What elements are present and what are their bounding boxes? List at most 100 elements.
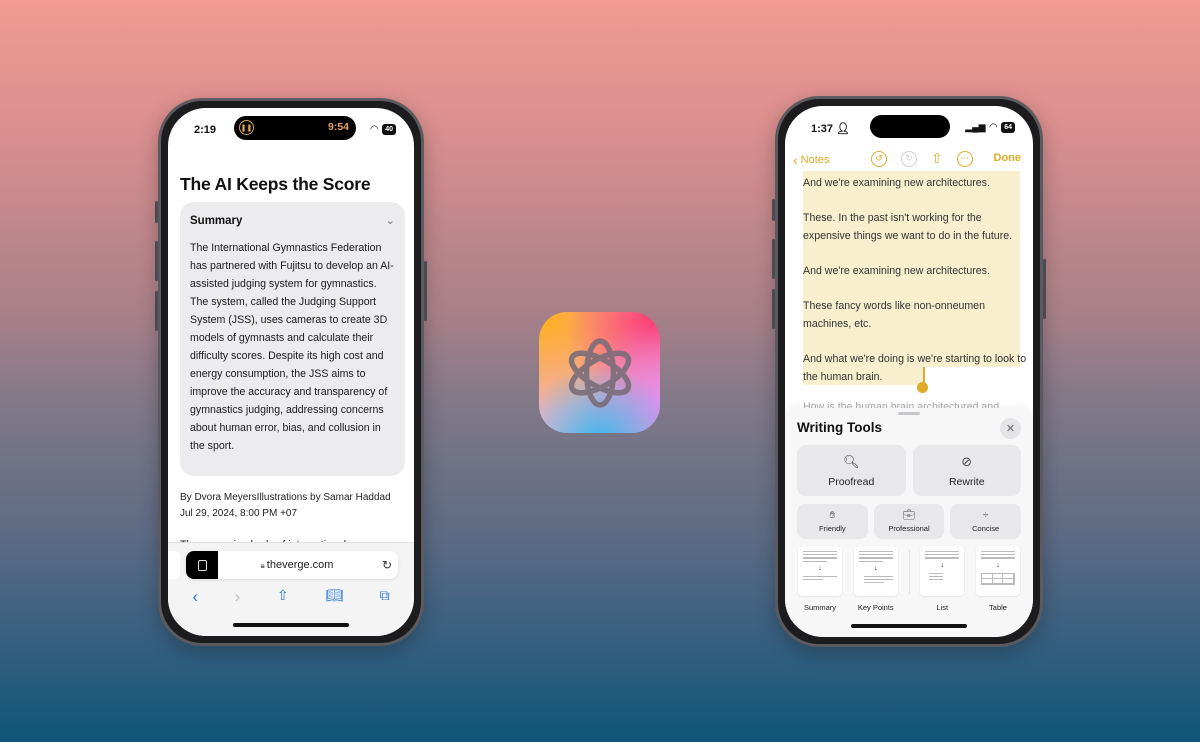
proofread-label: Proofread xyxy=(828,475,875,488)
reload-icon[interactable]: ↻ xyxy=(376,558,398,572)
rewrite-icon: ⊘ xyxy=(961,453,973,469)
status-bar: 1:37 👤︎ ▂▄▆ ◠ 64 xyxy=(785,115,1033,138)
tabs-icon[interactable]: ⧉ xyxy=(380,587,390,607)
professional-button[interactable]: 💼︎ Professional xyxy=(873,504,945,539)
done-button[interactable]: Done xyxy=(994,152,1022,164)
concise-label: Concise xyxy=(972,524,1000,533)
home-indicator[interactable] xyxy=(851,624,967,628)
chevron-left-icon: ‹ xyxy=(793,152,798,168)
notes-screen: 1:37 👤︎ ▂▄▆ ◠ 64 ‹ Notes ↺ ↻ ⇧ ⋯ Done An… xyxy=(785,106,1033,637)
more-icon[interactable]: ⋯ xyxy=(956,150,973,167)
format-divider xyxy=(908,550,910,594)
redo-icon[interactable]: ↻ xyxy=(901,150,917,167)
divide-icon: ÷ xyxy=(982,510,989,521)
volume-up-button xyxy=(155,241,158,281)
list-format-button[interactable]: ↓ List xyxy=(919,546,965,612)
rewrite-button[interactable]: ⊘ Rewrite xyxy=(912,445,1021,496)
action-button xyxy=(155,201,158,223)
side-button xyxy=(424,261,427,321)
apple-intelligence-app-icon xyxy=(539,312,660,433)
summary-label: Summary xyxy=(190,214,243,227)
note-body[interactable]: And we're examining new architectures. T… xyxy=(803,175,1028,404)
home-indicator[interactable] xyxy=(233,623,349,627)
share-icon[interactable]: ⇧ xyxy=(931,150,943,167)
address-bar[interactable]: 🔒︎ theverge.com ↻ xyxy=(186,551,398,579)
writing-tools-title: Writing Tools xyxy=(797,420,882,435)
back-to-notes-button[interactable]: ‹ Notes xyxy=(793,152,829,168)
key-points-format-button[interactable]: ↓ Key Points xyxy=(853,546,899,612)
right-phone: 1:37 👤︎ ▂▄▆ ◠ 64 ‹ Notes ↺ ↻ ⇧ ⋯ Done An… xyxy=(772,96,1046,647)
summary-thumbnail: ↓ xyxy=(798,546,842,596)
note-paragraph: And what we're doing is we're starting t… xyxy=(803,352,1027,383)
previous-tab-edge[interactable] xyxy=(168,551,180,579)
notes-nav-bar: ‹ Notes ↺ ↻ ⇧ ⋯ Done xyxy=(785,148,1033,172)
reader-icon xyxy=(197,559,207,571)
dynamic-island xyxy=(870,115,950,138)
sheet-grabber[interactable] xyxy=(898,412,920,415)
volume-down-button xyxy=(155,291,158,331)
byline-block: By Dvora MeyersIllustrations by Samar Ha… xyxy=(180,490,391,522)
professional-label: Professional xyxy=(888,524,930,533)
concise-button[interactable]: ÷ Concise xyxy=(950,504,1022,539)
status-time: 2:19 xyxy=(194,124,217,136)
reader-mode-button[interactable] xyxy=(186,551,218,579)
wifi-icon: ◠ xyxy=(370,124,379,135)
selection-handle[interactable] xyxy=(917,382,928,393)
writing-tools-panel: Writing Tools ✕ 🔍︎ Proofread ⊘ Rewrite ✋… xyxy=(785,408,1033,637)
arrow-down-icon: ↓ xyxy=(940,561,945,569)
summary-label: Summary xyxy=(803,603,837,612)
wave-hand-icon: ✋︎ xyxy=(829,510,836,521)
friendly-label: Friendly xyxy=(818,524,846,533)
battery-icon: 64 xyxy=(1001,122,1015,133)
byline: By Dvora MeyersIllustrations by Samar Ha… xyxy=(180,492,391,503)
key-points-thumbnail: ↓ xyxy=(853,546,898,596)
close-button[interactable]: ✕ xyxy=(1000,418,1021,439)
briefcase-icon: 💼︎ xyxy=(902,510,916,521)
summary-card[interactable]: Summary ⌄ The International Gymnastics F… xyxy=(180,202,405,476)
timer-readout: 9:54 xyxy=(327,121,349,133)
chevron-down-icon[interactable]: ⌄ xyxy=(386,214,395,227)
bookmarks-icon[interactable]: 📖︎ xyxy=(325,587,343,607)
side-button xyxy=(1043,259,1046,319)
cellular-icon: ▂▄▆ xyxy=(965,122,986,132)
publish-date: Jul 29, 2024, 8:00 PM +07 xyxy=(180,508,298,519)
pause-icon: ❚❚ xyxy=(239,120,254,135)
table-thumbnail: ↓ xyxy=(976,546,1020,596)
note-paragraph: And we're examining new architectures. xyxy=(803,177,990,189)
arrow-down-icon: ↓ xyxy=(996,561,1000,569)
status-time-text: 1:37 xyxy=(811,123,834,135)
table-format-button[interactable]: ↓ Table xyxy=(975,546,1021,612)
summary-format-button[interactable]: ↓ Summary xyxy=(797,546,843,612)
list-thumbnail: ↓ xyxy=(920,546,965,596)
volume-up-button xyxy=(772,239,775,279)
action-button xyxy=(772,199,775,221)
close-icon: ✕ xyxy=(1005,423,1016,435)
key-points-label: Key Points xyxy=(857,603,894,612)
left-phone: 2:19 ❚❚ 9:54 ◠ 40 The AI Keeps the Score… xyxy=(155,98,427,646)
safari-screen: 2:19 ❚❚ 9:54 ◠ 40 The AI Keeps the Score… xyxy=(168,108,414,636)
note-paragraph: These. In the past isn't working for the… xyxy=(803,212,1013,242)
dynamic-island[interactable]: ❚❚ 9:54 xyxy=(234,116,356,140)
list-label: List xyxy=(936,603,949,612)
apple-intelligence-icon xyxy=(568,337,631,408)
person-icon: 👤︎ xyxy=(836,123,851,135)
back-icon[interactable]: ‹ xyxy=(192,587,198,607)
status-time: 1:37 👤︎ xyxy=(811,122,850,135)
rewrite-label: Rewrite xyxy=(948,475,985,488)
note-paragraph: These fancy words like non-onneumen mach… xyxy=(803,300,985,330)
safari-nav-bar: ‹ › ⇧ 📖︎ ⧉ xyxy=(168,587,414,607)
share-icon[interactable]: ⇧ xyxy=(277,587,289,607)
forward-icon[interactable]: › xyxy=(235,587,241,607)
summary-text: The International Gymnastics Federation … xyxy=(190,242,394,452)
magnifier-icon: 🔍︎ xyxy=(842,453,860,469)
undo-icon[interactable]: ↺ xyxy=(871,150,887,167)
battery-icon: 40 xyxy=(382,124,396,135)
back-label: Notes xyxy=(800,154,830,166)
wifi-icon: ◠ xyxy=(989,122,998,133)
proofread-button[interactable]: 🔍︎ Proofread xyxy=(797,445,906,496)
article-title: The AI Keeps the Score xyxy=(180,174,371,194)
table-label: Table xyxy=(989,603,1007,612)
url-display[interactable]: 🔒︎ theverge.com xyxy=(218,559,376,571)
friendly-button[interactable]: ✋︎ Friendly xyxy=(797,504,868,539)
status-bar: 2:19 ❚❚ 9:54 ◠ 40 xyxy=(168,116,414,140)
